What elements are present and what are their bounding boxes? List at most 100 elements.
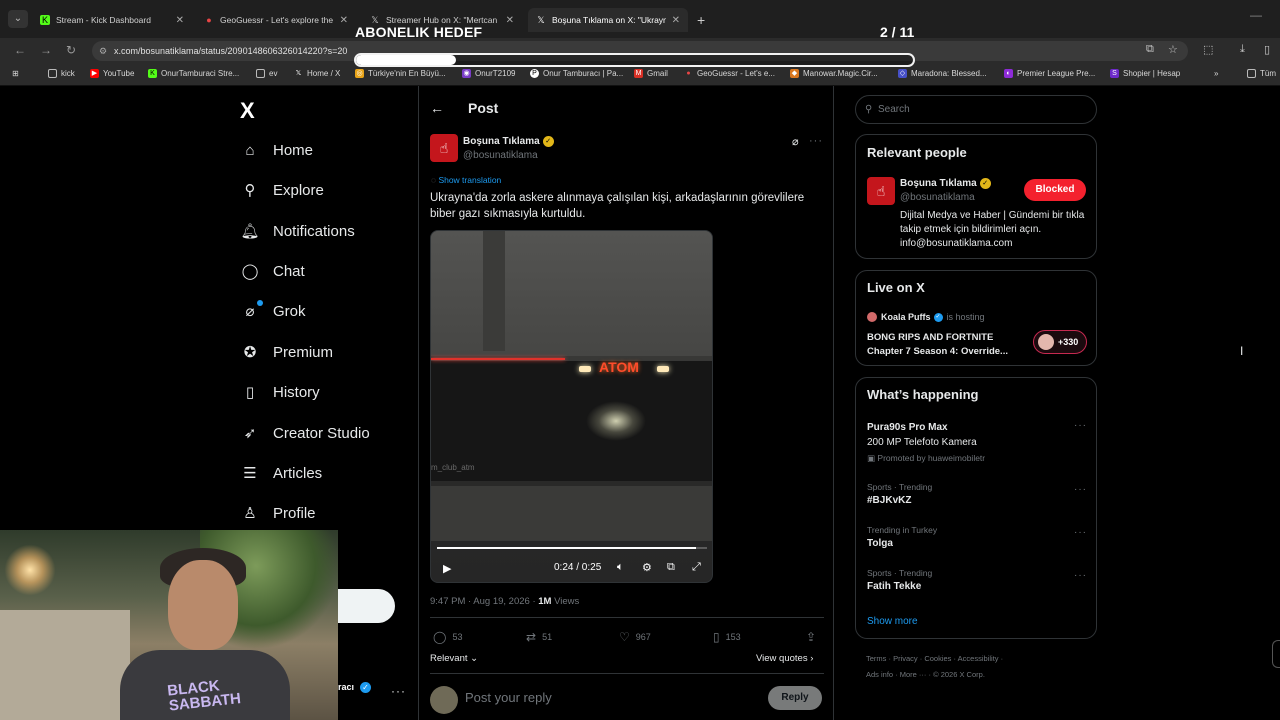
bookmark-action[interactable]: ▯ 153 [713, 630, 741, 644]
author-handle[interactable]: @bosunatiklama [463, 150, 538, 161]
grok-explain-icon[interactable]: ⌀ [792, 135, 799, 148]
nav-premium[interactable]: ✪ Premium [240, 339, 333, 365]
promo-title[interactable]: Pura90s Pro Max [867, 422, 948, 433]
trend-more-icon[interactable]: ··· [1074, 527, 1087, 538]
show-translation-link[interactable]: ◌ Show translation [431, 175, 501, 185]
bookmark-kick-channel[interactable]: K OnurTamburaci Stre... [148, 69, 239, 78]
person-handle[interactable]: @bosunatiklama [900, 192, 975, 203]
tab-search-button[interactable]: ⌄ [8, 10, 28, 28]
bookmark-shopier[interactable]: S Shopier | Hesap [1110, 69, 1180, 78]
browser-tab-geoguessr[interactable]: ● GeoGuessr - Let's explore the w ✕ [196, 8, 356, 32]
footer-links-2[interactable]: Ads info · More ··· · © 2026 X Corp. [866, 670, 985, 679]
video-player[interactable]: ATOM m_club_atm ▶ 0:24 / 0:25 🔈︎ ⚙ ⧉ ⤢ [430, 230, 713, 583]
nav-home[interactable]: ⌂ Home [240, 137, 313, 163]
video-neon-sign: ATOM [599, 359, 639, 375]
author-avatar[interactable]: ☝ [430, 134, 458, 162]
live-listeners-pill[interactable]: +330 [1033, 330, 1087, 354]
back-icon[interactable]: ← [14, 43, 26, 57]
user-avatar[interactable] [430, 686, 458, 714]
new-tab-button[interactable]: + [697, 12, 705, 28]
bookmark-ev[interactable]: ev [256, 69, 277, 78]
extensions-icon[interactable]: ⬚ [1203, 43, 1213, 56]
search-icon: ⚲ [865, 104, 873, 115]
bookmark-premier-league[interactable]: ◐ Premier League Pre... [1004, 69, 1095, 78]
like-action[interactable]: ♡ 967 [619, 630, 651, 644]
trend-name[interactable]: Fatih Tekke [867, 581, 921, 592]
trend-more-icon[interactable]: ··· [1074, 420, 1087, 431]
nav-notifications[interactable]: 🔔︎ Notifications [240, 218, 354, 244]
download-icon[interactable]: ⤓ [1240, 43, 1245, 56]
reply-input[interactable]: Post your reply [465, 690, 552, 705]
minimize-icon[interactable]: — [1250, 8, 1262, 22]
trend-more-icon[interactable]: ··· [1074, 570, 1087, 581]
nav-explore[interactable]: ⚲ Explore [240, 177, 324, 203]
install-app-icon[interactable]: ⧉ [1146, 43, 1154, 56]
account-name-fragment[interactable]: racı [338, 682, 354, 692]
browser-tab-active[interactable]: 𝕏 Boşuna Tıklama on X: "Ukrayna ✕ [528, 8, 688, 32]
settings-gear-icon[interactable]: ⚙ [642, 561, 652, 574]
trend-more-icon[interactable]: ··· [1074, 484, 1087, 495]
bookmark-home-x[interactable]: 𝕏 Home / X [294, 69, 341, 78]
bookmark-all[interactable]: Tüm [1247, 69, 1276, 78]
author-name[interactable]: Boşuna Tıklama ✓ [463, 136, 554, 147]
bookmark-patreon[interactable]: P Onur Tamburacı | Pa... [530, 69, 623, 78]
forward-icon[interactable]: → [40, 43, 52, 57]
browser-tab-kick[interactable]: K Stream - Kick Dashboard ✕ [32, 8, 192, 32]
sort-replies-dropdown[interactable]: Relevant ⌄ [430, 653, 478, 664]
bookmark-gmail[interactable]: M Gmail [634, 69, 668, 78]
like-count: 967 [635, 632, 651, 642]
nav-history[interactable]: ▯ History [240, 379, 320, 405]
post-button[interactable] [338, 589, 395, 623]
fullscreen-icon[interactable]: ⤢ [692, 561, 701, 574]
reply-button[interactable]: Reply [768, 686, 822, 710]
live-stream-title[interactable]: BONG RIPS AND FORTNITE Chapter 7 Season … [867, 331, 1027, 359]
more-bookmarks-icon[interactable]: » [1214, 69, 1218, 78]
picture-in-picture-icon[interactable]: ⧉ [667, 561, 675, 574]
search-input[interactable]: ⚲ Search [855, 95, 1097, 124]
bookmark-maradona[interactable]: ◇ Maradona: Blessed... [898, 69, 987, 78]
webcam-wall [0, 610, 130, 720]
apps-icon[interactable]: ⊞ [12, 69, 19, 78]
volume-icon[interactable]: 🔈︎ [617, 561, 624, 574]
trend-name[interactable]: Tolga [867, 538, 893, 549]
bookmark-turkiye[interactable]: ◎ Türkiye'nin En Büyü... [355, 69, 446, 78]
bookmark-manowar[interactable]: ◆ Manowar.Magic.Cir... [790, 69, 878, 78]
live-host[interactable]: Koala Puffs ✓ is hosting [867, 312, 985, 322]
share-action[interactable]: ⇪ [806, 630, 822, 644]
post-more-icon[interactable]: ··· [809, 135, 823, 147]
person-avatar[interactable]: ☝ [867, 177, 895, 205]
reload-icon[interactable]: ↻ [66, 43, 76, 57]
nav-chat[interactable]: ◯ Chat [240, 258, 305, 284]
nav-creator-studio[interactable]: ➶ Creator Studio [240, 420, 370, 446]
view-quotes-link[interactable]: View quotes › [756, 653, 813, 664]
trend-name[interactable]: #BJKvKZ [867, 495, 911, 506]
side-panel-handle[interactable] [1272, 640, 1280, 668]
bookmark-kick[interactable]: kick [48, 69, 75, 78]
close-tab-icon[interactable]: ✕ [176, 15, 184, 26]
show-more-link[interactable]: Show more [867, 616, 918, 627]
repost-action[interactable]: ⇄ 51 [526, 630, 552, 644]
play-icon[interactable]: ▶ [443, 562, 451, 575]
close-tab-icon[interactable]: ✕ [672, 15, 680, 26]
nav-grok[interactable]: ⌀ Grok [240, 298, 305, 324]
close-tab-icon[interactable]: ✕ [340, 15, 348, 26]
close-tab-icon[interactable]: ✕ [506, 15, 514, 26]
profile-icon[interactable]: ▯ [1264, 43, 1270, 56]
nav-articles[interactable]: ☰ Articles [240, 460, 322, 486]
person-bio: Dijital Medya ve Haber | Gündemi bir tık… [900, 210, 1085, 249]
back-arrow-icon[interactable]: ← [430, 100, 444, 116]
site-info-icon[interactable]: ⚙ [99, 41, 107, 61]
person-name[interactable]: Boşuna Tıklama ✓ [900, 178, 991, 189]
bookmark-geoguessr[interactable]: ● GeoGuessr - Let's e... [684, 69, 775, 78]
reply-action[interactable]: ◯ 53 [433, 630, 462, 644]
bookmark-onurt[interactable]: ◉ OnurT2109 [462, 69, 515, 78]
x-logo[interactable]: X [240, 98, 255, 124]
listener-avatar [1038, 334, 1054, 350]
footer-links[interactable]: Terms · Privacy · Cookies · Accessibilit… [866, 654, 1003, 663]
video-progress-bar[interactable] [437, 547, 707, 549]
nav-profile[interactable]: ♙ Profile [240, 500, 315, 526]
account-more-icon[interactable]: ··· [391, 684, 406, 698]
bookmark-star-icon[interactable]: ☆ [1168, 43, 1178, 56]
blocked-button[interactable]: Blocked [1024, 179, 1086, 201]
bookmark-youtube[interactable]: ▶ YouTube [90, 69, 134, 78]
